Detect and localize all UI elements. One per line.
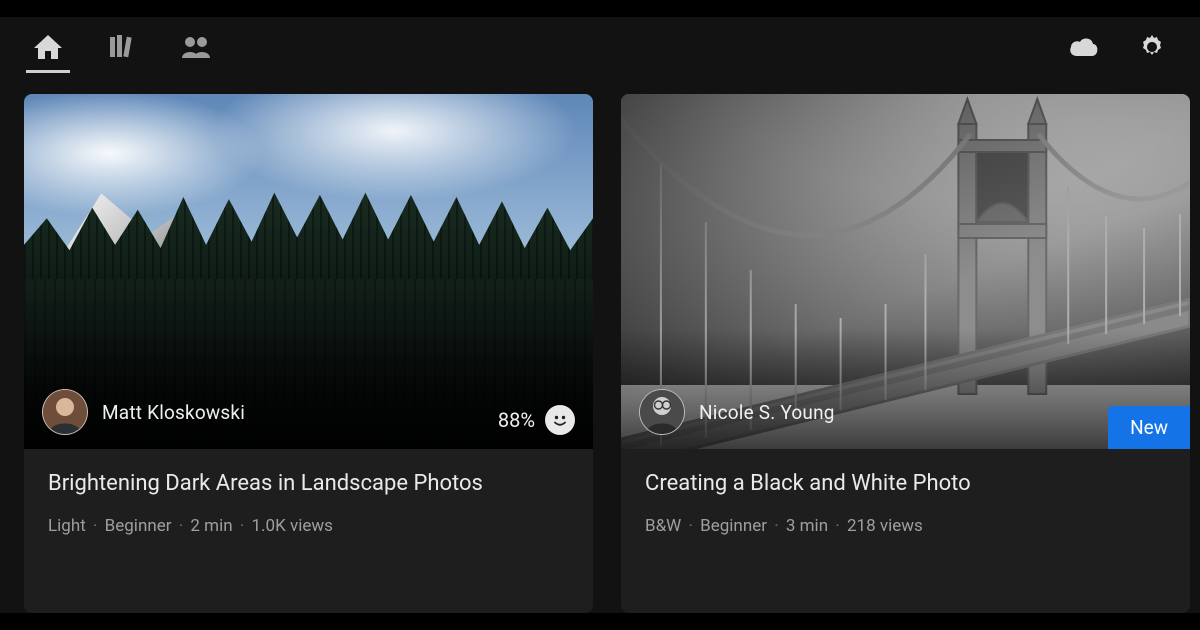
- top-bar: [0, 17, 1200, 77]
- meta-views: 218 views: [847, 516, 923, 536]
- home-icon: [33, 34, 63, 60]
- author-name: Matt Kloskowski: [102, 401, 245, 424]
- author-row: Nicole S. Young: [639, 389, 835, 435]
- new-badge: New: [1108, 406, 1190, 449]
- cards-row: Matt Kloskowski 88% Brightening D: [24, 94, 1190, 613]
- tutorial-meta: Light · Beginner · 2 min · 1.0K views: [48, 516, 569, 536]
- smiley-icon: [545, 405, 575, 435]
- meta-level: Beginner: [105, 516, 172, 536]
- cloud-icon: [1068, 36, 1100, 58]
- meta-duration: 2 min: [190, 516, 232, 536]
- people-icon: [180, 35, 212, 59]
- meta-level: Beginner: [700, 516, 767, 536]
- author-avatar: [42, 389, 88, 435]
- meta-category: Light: [48, 516, 86, 536]
- rating-percent: 88%: [498, 408, 535, 432]
- card-body: Brightening Dark Areas in Landscape Phot…: [24, 449, 593, 613]
- rating-row: 88%: [498, 405, 575, 435]
- card-body: Creating a Black and White Photo B&W · B…: [621, 449, 1190, 613]
- tutorial-title: Creating a Black and White Photo: [645, 471, 1166, 496]
- tutorial-meta: B&W · Beginner · 3 min · 218 views: [645, 516, 1166, 536]
- cloud-button[interactable]: [1064, 27, 1104, 67]
- nav-right: [1064, 27, 1172, 67]
- tutorial-thumbnail: Nicole S. Young New: [621, 94, 1190, 449]
- tutorial-thumbnail: Matt Kloskowski 88%: [24, 94, 593, 449]
- meta-duration: 3 min: [786, 516, 828, 536]
- settings-button[interactable]: [1132, 27, 1172, 67]
- nav-left: [28, 27, 216, 67]
- tutorial-card[interactable]: Nicole S. Young New Creating a Black and…: [621, 94, 1190, 613]
- nav-community[interactable]: [176, 27, 216, 67]
- author-name: Nicole S. Young: [699, 401, 835, 424]
- nav-home[interactable]: [28, 27, 68, 67]
- nav-library[interactable]: [102, 27, 142, 67]
- meta-category: B&W: [645, 516, 681, 536]
- meta-views: 1.0K views: [251, 516, 332, 536]
- author-avatar: [639, 389, 685, 435]
- app-frame: Matt Kloskowski 88% Brightening D: [0, 17, 1200, 613]
- tutorial-title: Brightening Dark Areas in Landscape Phot…: [48, 471, 569, 496]
- tutorial-card[interactable]: Matt Kloskowski 88% Brightening D: [24, 94, 593, 613]
- gear-icon: [1138, 33, 1166, 61]
- author-row: Matt Kloskowski: [42, 389, 245, 435]
- library-icon: [107, 34, 137, 60]
